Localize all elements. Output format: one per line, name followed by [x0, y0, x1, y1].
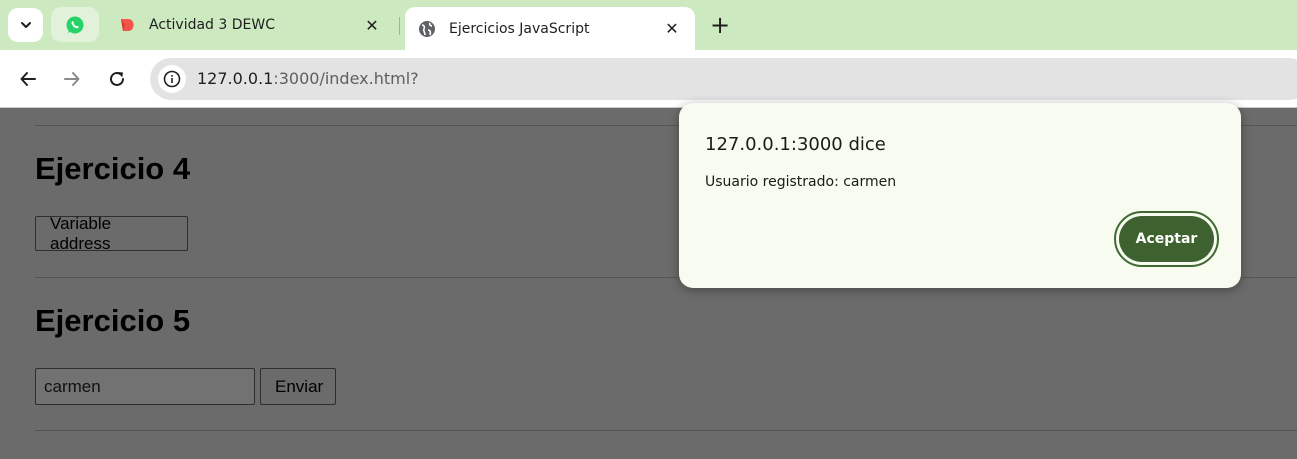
tab-title: Ejercicios JavaScript	[449, 20, 590, 37]
forward-button[interactable]	[55, 62, 89, 96]
url-path: :3000/index.html?	[273, 69, 419, 88]
back-arrow-icon	[20, 72, 36, 86]
url-host: 127.0.0.1	[197, 69, 274, 88]
app-logo-icon	[117, 15, 137, 35]
tab-title: Actividad 3 DEWC	[149, 17, 275, 33]
section-heading-ejercicio-5: Ejercicio 5	[35, 303, 191, 338]
info-icon	[163, 70, 181, 88]
chevron-down-icon	[20, 22, 31, 28]
accept-button-label: Aceptar	[1119, 216, 1214, 262]
tab-actividad[interactable]: Actividad 3 DEWC ✕	[105, 7, 395, 43]
whatsapp-icon	[66, 16, 84, 33]
new-tab-button[interactable]: +	[705, 11, 735, 39]
username-input[interactable]: carmen	[35, 368, 255, 405]
enviar-button[interactable]: Enviar	[260, 368, 336, 405]
address-bar[interactable]: 127.0.0.1:3000/index.html?	[150, 58, 1297, 100]
tab-strip: Actividad 3 DEWC ✕ Ejercicios JavaScript…	[0, 0, 1297, 50]
pinned-tab-whatsapp[interactable]	[51, 7, 99, 42]
site-info-button[interactable]	[158, 65, 186, 93]
section-heading-ejercicio-4: Ejercicio 4	[35, 151, 191, 186]
alert-dialog: 127.0.0.1:3000 dice Usuario registrado: …	[679, 103, 1241, 288]
tab-divider	[399, 17, 400, 35]
toolbar: 127.0.0.1:3000/index.html?	[0, 50, 1297, 108]
forward-arrow-icon	[64, 72, 80, 86]
close-icon[interactable]: ✕	[661, 18, 683, 40]
url-text: 127.0.0.1:3000/index.html?	[197, 69, 419, 88]
divider	[35, 430, 1297, 431]
reload-icon	[110, 71, 124, 86]
back-button[interactable]	[11, 62, 45, 96]
tab-search-button[interactable]	[8, 8, 43, 42]
variable-address-button[interactable]: Variable address	[35, 214, 188, 253]
accept-button[interactable]: Aceptar	[1114, 211, 1219, 267]
globe-icon	[417, 19, 437, 39]
dialog-message: Usuario registrado: carmen	[705, 174, 897, 190]
dialog-title: 127.0.0.1:3000 dice	[705, 134, 886, 155]
reload-button[interactable]	[100, 62, 134, 96]
tab-ejercicios[interactable]: Ejercicios JavaScript ✕	[405, 7, 695, 50]
close-icon[interactable]: ✕	[361, 14, 383, 36]
